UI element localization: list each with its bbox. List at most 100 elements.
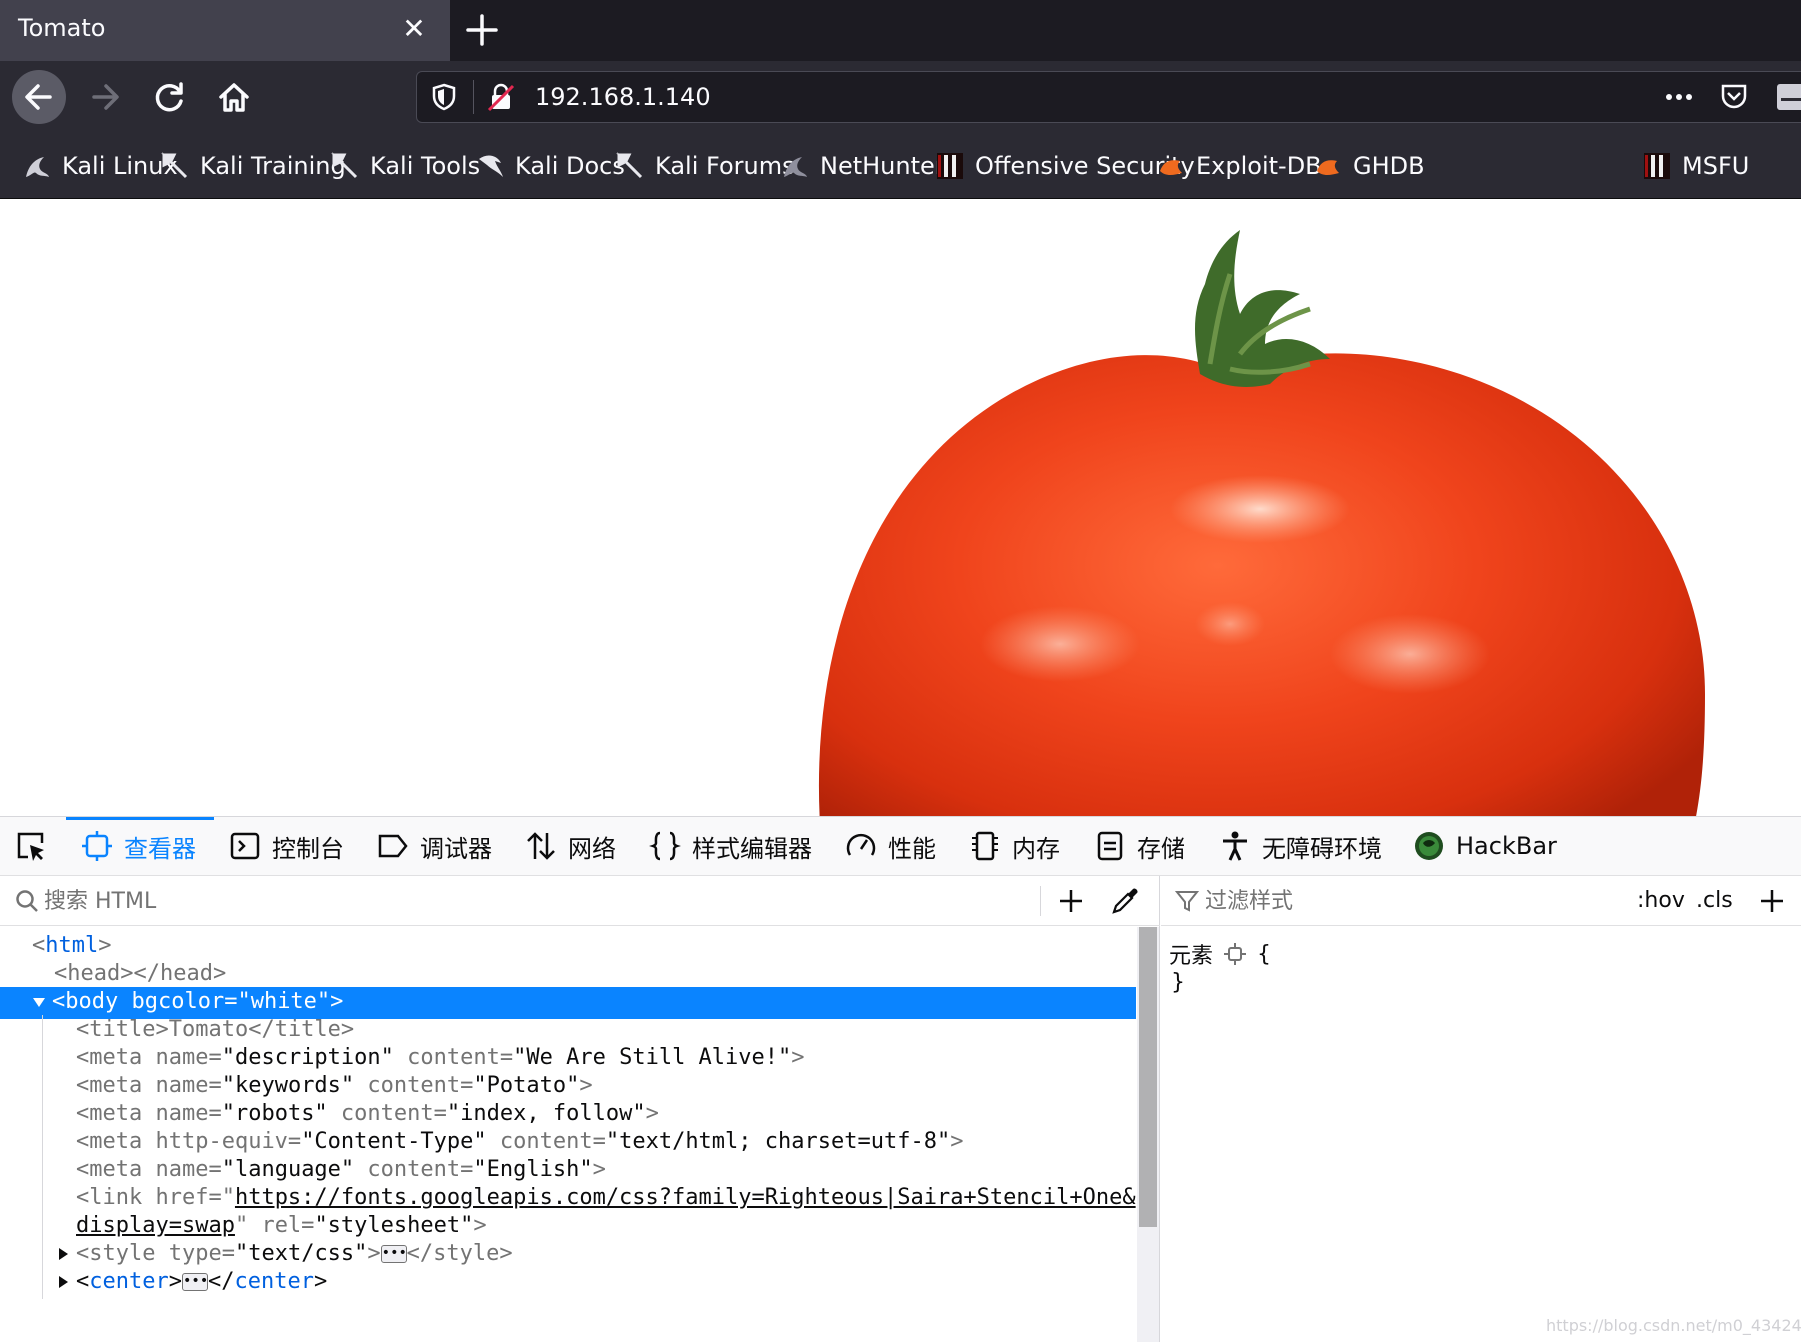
tag-bracket: > — [313, 1269, 328, 1294]
tag-name: center — [89, 1269, 169, 1294]
bookmark-kali-forums[interactable]: Kali Forums — [615, 149, 795, 183]
more-actions-icon[interactable] — [1657, 78, 1801, 116]
element-rule: 元素 { — [1169, 938, 1271, 970]
eyedropper-button[interactable] — [1108, 884, 1142, 918]
html-search-input[interactable] — [44, 885, 1024, 917]
tab-label: 网络 — [568, 834, 616, 863]
reload-button[interactable] — [143, 70, 197, 124]
tag-bracket: > — [330, 989, 344, 1014]
offsec-icon — [1644, 153, 1670, 179]
attr-name: name= — [142, 1101, 222, 1126]
tab-label: 存储 — [1137, 834, 1185, 863]
devtools-toolbar: 查看器 控制台 调试器 网络 样式编辑器 性能 内存 存储 无障碍环境 Hack… — [0, 817, 1801, 876]
accessibility-icon — [1223, 831, 1247, 861]
attr-value: "stylesheet" — [314, 1213, 474, 1238]
home-button[interactable] — [207, 70, 261, 124]
attr-name: bgcolor= — [118, 989, 238, 1014]
tag-name: <meta — [76, 1101, 143, 1126]
tab-hackbar[interactable]: HackBar — [1412, 817, 1557, 875]
attr-name: name= — [142, 1045, 222, 1070]
tab-style-editor[interactable]: 样式编辑器 — [648, 817, 812, 875]
tag-name: html — [45, 933, 99, 958]
tag-name: <style — [76, 1241, 156, 1266]
browser-tab[interactable]: Tomato ✕ — [0, 0, 450, 61]
bookmarks-toolbar: Kali Linux Kali Training Kali Tools Kali… — [0, 133, 1801, 199]
element-rule-label: 元素 — [1169, 944, 1214, 969]
search-separator — [1040, 886, 1041, 916]
tree-node-center[interactable]: <center>•••</center> — [0, 1267, 1136, 1299]
rule-close-brace: } — [1171, 970, 1185, 995]
attr-value: "language" — [221, 1157, 355, 1182]
attr-name: href=" — [142, 1185, 235, 1210]
add-node-button[interactable] — [1054, 884, 1088, 918]
add-rule-button[interactable] — [1755, 884, 1789, 918]
collapsed-triangle-icon[interactable] — [56, 1275, 70, 1289]
console-icon — [230, 832, 260, 860]
collapsed-ellipsis[interactable]: ••• — [380, 1245, 407, 1263]
tag-name: </title> — [248, 1017, 355, 1042]
attr-value: "English" — [473, 1157, 593, 1182]
tab-inspector[interactable]: 查看器 — [80, 817, 196, 875]
bookmark-ghdb[interactable]: GHDB — [1313, 149, 1425, 183]
tag-bracket: > — [98, 933, 112, 958]
url-text[interactable]: 192.168.1.140 — [535, 83, 711, 111]
tab-debugger[interactable]: 调试器 — [376, 817, 492, 875]
bookmark-kali-docs[interactable]: Kali Docs — [475, 149, 625, 183]
tag-name: </style> — [406, 1241, 513, 1266]
bookmark-kali-tools[interactable]: Kali Tools — [330, 149, 480, 183]
tag-bracket: < — [76, 1269, 90, 1294]
filter-styles-input[interactable] — [1205, 885, 1555, 917]
back-button[interactable] — [12, 70, 66, 124]
url-bar[interactable]: 192.168.1.140 — [416, 71, 1801, 123]
hover-state-button[interactable]: :hov — [1637, 888, 1685, 913]
tracking-protection-icon[interactable] — [429, 82, 459, 112]
element-picker-button[interactable] — [14, 817, 48, 875]
plus-icon — [1060, 890, 1082, 912]
collapsed-triangle-icon[interactable] — [56, 1247, 70, 1261]
tab-bar: Tomato ✕ — [0, 0, 1801, 61]
tab-performance[interactable]: 性能 — [844, 817, 936, 875]
bookmark-label: MSFU — [1682, 152, 1750, 180]
attr-value: "text/css" — [234, 1241, 368, 1266]
bookmark-msfu[interactable]: MSFU — [1642, 149, 1749, 183]
devtools-panel: 查看器 控制台 调试器 网络 样式编辑器 性能 内存 存储 无障碍环境 Hack… — [0, 816, 1801, 1342]
bookmark-kali-linux[interactable]: Kali Linux — [22, 149, 178, 183]
tab-memory[interactable]: 内存 — [968, 817, 1060, 875]
expand-triangle-icon[interactable] — [32, 995, 46, 1009]
filter-icon — [1175, 891, 1199, 912]
href-link[interactable]: https://fonts.googleapis.com/css?family=… — [235, 1185, 1136, 1210]
href-link[interactable]: display=swap — [76, 1213, 235, 1238]
collapsed-ellipsis[interactable]: ••• — [181, 1273, 208, 1291]
attr-name: content= — [486, 1129, 606, 1154]
class-toggle-button[interactable]: .cls — [1696, 888, 1733, 913]
tag-name: <link — [76, 1185, 143, 1210]
tab-accessibility[interactable]: 无障碍环境 — [1218, 817, 1382, 875]
tab-network[interactable]: 网络 — [524, 817, 616, 875]
tag-bracket: </ — [207, 1269, 235, 1294]
attr-name: type= — [155, 1241, 235, 1266]
tag-bracket: > — [645, 1101, 659, 1126]
tab-close-button[interactable]: ✕ — [396, 11, 432, 47]
new-tab-button[interactable] — [461, 9, 503, 51]
inspector-icon — [82, 831, 112, 861]
kali-sword-icon — [331, 152, 358, 179]
tab-console[interactable]: 控制台 — [228, 817, 344, 875]
tag-name: <body — [52, 989, 119, 1014]
attr-name: content= — [393, 1045, 514, 1070]
node-highlight-icon[interactable] — [1223, 942, 1247, 966]
bookmark-exploit-db[interactable]: Exploit-DB — [1156, 149, 1322, 183]
bookmark-kali-training[interactable]: Kali Training — [160, 149, 346, 183]
debugger-icon — [378, 834, 408, 858]
insecure-lock-icon[interactable] — [485, 81, 517, 113]
kali-sword-icon — [161, 152, 188, 179]
bookmark-label: Kali Docs — [515, 152, 625, 180]
arrow-left-icon — [25, 84, 52, 110]
markup-scrollbar-thumb[interactable] — [1139, 927, 1157, 1227]
tag-bracket: < — [32, 933, 46, 958]
bookmark-nethunter[interactable]: NetHunter — [780, 149, 945, 183]
tab-label: 查看器 — [124, 834, 196, 863]
tab-storage[interactable]: 存储 — [1093, 817, 1185, 875]
forward-button[interactable] — [78, 70, 132, 124]
plus-icon — [466, 14, 498, 46]
tab-label: 无障碍环境 — [1262, 834, 1382, 863]
